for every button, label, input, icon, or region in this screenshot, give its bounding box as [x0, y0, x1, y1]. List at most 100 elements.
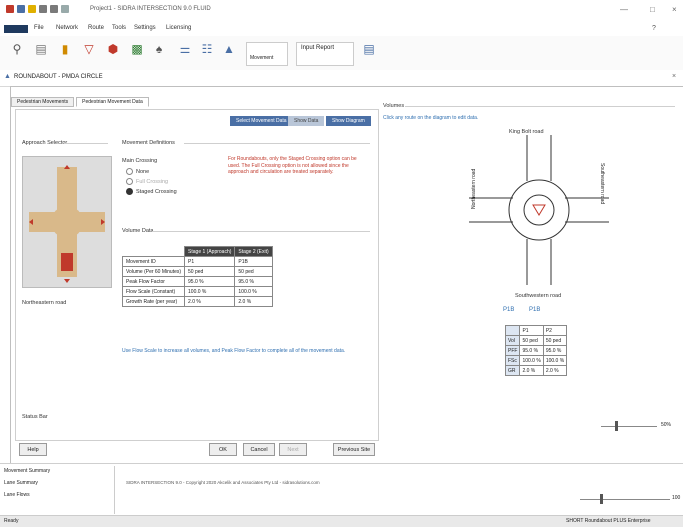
cancel-button[interactable]: Cancel: [243, 443, 275, 456]
tab-pedestrian-movements[interactable]: Pedestrian Movements: [11, 97, 75, 107]
message-log: SIDRA INTERSECTION 9.0 - Copyright 2020 …: [126, 480, 320, 485]
definitions-note: For Roundabouts, only the Staged Crossin…: [228, 156, 357, 175]
maximize-icon[interactable]: □: [650, 5, 655, 14]
movement-button-1[interactable]: P1B: [503, 307, 514, 313]
table-cell: FSc: [504, 355, 521, 366]
menu-file[interactable]: File: [34, 25, 44, 31]
app-menu-icon[interactable]: [4, 25, 28, 33]
left-panel: Select Movement Data Show Data Show Diag…: [15, 109, 379, 441]
doc-close-icon[interactable]: ×: [672, 73, 676, 80]
status-ready: Ready: [4, 518, 19, 524]
pedestrian-sign-icon[interactable]: ▩: [128, 40, 146, 58]
bottom-road-label: Southwestern road: [515, 293, 562, 299]
results-table: P1 P2 Vol 50 ped 50 ped PFF 95.0 % 95.0 % FSc…: [504, 325, 568, 376]
volume-note: Use Flow Scale to increase all volumes, …: [122, 348, 346, 354]
roundabout-diagram[interactable]: [469, 135, 609, 285]
report-icon[interactable]: ▤: [360, 40, 378, 58]
menu-tools[interactable]: Tools: [112, 25, 126, 31]
site-icon[interactable]: ▤: [32, 40, 50, 58]
table-header-cell: [122, 246, 185, 257]
table-cell[interactable]: 2.0 %: [184, 296, 236, 307]
menu-bar: File Network Route Tools Settings Licens…: [0, 22, 683, 37]
help-icon[interactable]: ?: [652, 25, 656, 32]
movement-group[interactable]: Movement: [246, 42, 288, 66]
bottom-zoom-thumb[interactable]: [600, 494, 603, 504]
approach-selector[interactable]: [22, 156, 112, 288]
table-cell: Volume (Per 60 Minutes): [121, 266, 186, 277]
stop-icon[interactable]: ⬢: [104, 40, 122, 58]
menu-licensing[interactable]: Licensing: [166, 25, 191, 31]
table-row: Growth Rate (per year) 2.0 % 2.0 %: [121, 296, 273, 307]
show-diagram-button[interactable]: Show Diagram: [326, 116, 371, 126]
table-cell: GR: [504, 365, 521, 376]
redo-icon[interactable]: [50, 5, 58, 13]
table-cell[interactable]: 50 ped: [184, 266, 236, 277]
volume-data-label: Volume Data: [122, 228, 154, 234]
table-cell: P1: [519, 325, 544, 336]
save-icon[interactable]: [17, 5, 25, 13]
table-row: Vol 50 ped 50 ped: [504, 335, 568, 346]
tree-item-movement-summary[interactable]: Movement Summary: [4, 468, 50, 474]
give-way-icon[interactable]: ▽: [80, 40, 98, 58]
table-cell: 2.0 %: [519, 365, 544, 376]
volume-data-table: Stage 1 (Approach) Stage 2 (Exit) Moveme…: [121, 246, 273, 307]
volumes-header: Volumes: [383, 103, 405, 109]
bottom-zoom-level: 100: [672, 495, 681, 501]
tab-bar: Pedestrian Movements Pedestrian Movement…: [11, 97, 149, 107]
previous-site-button[interactable]: Previous Site: [333, 443, 375, 456]
table-cell[interactable]: 100.0 %: [184, 286, 236, 297]
ok-button[interactable]: OK: [209, 443, 237, 456]
tree-item-lane-flows[interactable]: Lane Flows: [4, 492, 30, 498]
tree-item-lane-summary[interactable]: Lane Summary: [4, 480, 38, 486]
table-row: PFF 95.0 % 95.0 %: [504, 345, 568, 356]
table-cell[interactable]: 100.0 %: [234, 286, 273, 297]
print-icon[interactable]: [61, 5, 69, 13]
signal-icon[interactable]: ▮: [56, 40, 74, 58]
select-movement-data-button[interactable]: Select Movement Data: [230, 116, 293, 126]
document-header: ▲ ROUNDABOUT - PMDA CIRCLE ×: [0, 70, 683, 87]
show-data-button[interactable]: Show Data: [288, 116, 325, 126]
input-report-button[interactable]: Input Report: [296, 42, 354, 66]
search-icon[interactable]: ⚲: [8, 40, 26, 58]
next-button[interactable]: Next: [279, 443, 307, 456]
menu-network[interactable]: Network: [56, 25, 78, 31]
table-cell: 50 ped: [519, 335, 544, 346]
table-cell[interactable]: 95.0 %: [234, 276, 273, 287]
volumes-icon[interactable]: ☷: [198, 40, 216, 58]
table-header-row: Stage 1 (Approach) Stage 2 (Exit): [122, 246, 273, 257]
menu-settings[interactable]: Settings: [134, 25, 156, 31]
pedestrian-movement-dialog: Pedestrian Movements Pedestrian Movement…: [10, 86, 683, 465]
right-road-label: Southeastern road: [599, 163, 605, 205]
movement-button-2[interactable]: P1B: [529, 307, 540, 313]
south-arrow-icon: [64, 279, 70, 283]
status-label: Status Bar: [22, 414, 48, 420]
undo-icon[interactable]: [39, 5, 47, 13]
table-cell: P2: [542, 325, 568, 336]
crossing-none-radio[interactable]: None: [126, 168, 149, 175]
crossing-staged-radio[interactable]: Staged Crossing: [126, 188, 177, 195]
close-icon[interactable]: ×: [672, 5, 677, 14]
table-cell: Flow Scale (Constant): [121, 286, 186, 297]
main-crossing-label: Main Crossing: [122, 158, 158, 164]
table-cell[interactable]: 50 ped: [234, 266, 273, 277]
input-report-label: Input Report: [301, 45, 335, 51]
table-row: Movement ID P1 P1B: [121, 256, 273, 267]
crossing-full-radio[interactable]: Full Crossing: [126, 178, 168, 185]
lanes-icon[interactable]: ⚌: [176, 40, 194, 58]
bottom-zoom-slider[interactable]: [580, 499, 670, 500]
analyse-icon[interactable]: ▲: [220, 40, 238, 58]
table-cell[interactable]: 2.0 %: [234, 296, 273, 307]
zoom-slider[interactable]: [601, 426, 657, 427]
open-icon[interactable]: [28, 5, 36, 13]
table-cell[interactable]: 95.0 %: [184, 276, 236, 287]
selected-approach-marker: [61, 253, 73, 271]
pedestrian-icon[interactable]: ♠: [150, 40, 168, 58]
help-button[interactable]: Help: [19, 443, 47, 456]
menu-route[interactable]: Route: [88, 25, 104, 31]
minimize-icon[interactable]: —: [620, 5, 628, 14]
volumes-diagram-panel: Volumes Click any route on the diagram t…: [379, 99, 679, 447]
zoom-slider-thumb[interactable]: [615, 421, 618, 431]
table-cell: 95.0 %: [542, 345, 568, 356]
tab-pedestrian-movement-data[interactable]: Pedestrian Movement Data: [76, 97, 149, 107]
left-road-label: Northeastern road: [471, 168, 477, 209]
